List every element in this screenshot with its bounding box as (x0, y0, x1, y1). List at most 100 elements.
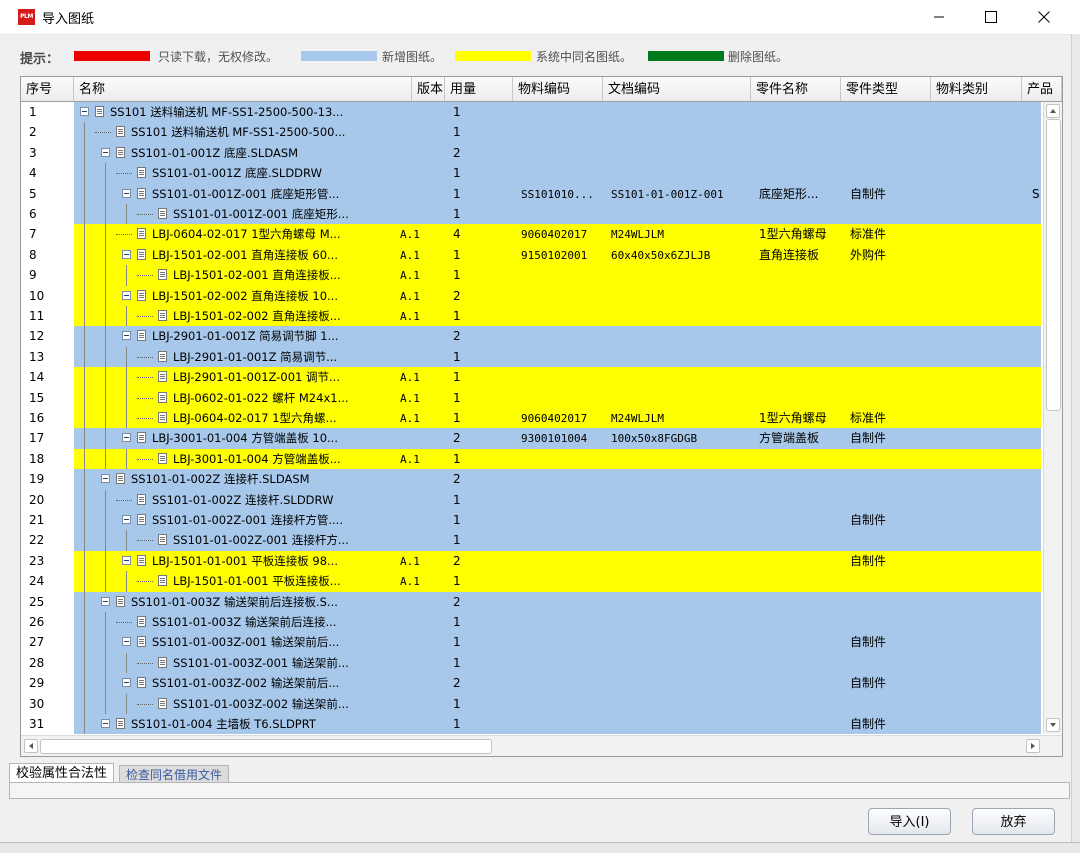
col-header-doc-code[interactable]: 文档编码 (603, 77, 751, 101)
collapse-toggle-icon[interactable] (122, 249, 131, 259)
col-header-part-name[interactable]: 零件名称 (751, 77, 841, 101)
table-row[interactable]: 12 LBJ-2901-01-001Z 简易调节脚 1... 2 (21, 326, 1041, 347)
col-header-part-type[interactable]: 零件类型 (841, 77, 931, 101)
scroll-up-icon[interactable] (1046, 104, 1060, 118)
table-row[interactable]: 24 LBJ-1501-01-001 平板连接板... A.1 1 (21, 571, 1041, 592)
collapse-toggle-icon[interactable] (101, 596, 110, 606)
maximize-button[interactable] (966, 0, 1016, 34)
close-icon (1038, 11, 1050, 23)
collapse-toggle-icon[interactable] (122, 433, 131, 443)
col-header-seq[interactable]: 序号 (21, 77, 74, 101)
table-row[interactable]: 23 LBJ-1501-01-001 平板连接板 98... A.1 2 自制件 (21, 550, 1041, 572)
collapse-toggle-icon[interactable] (101, 719, 110, 728)
col-header-version[interactable]: 版本 (412, 77, 445, 101)
table-row[interactable]: 9 LBJ-1501-02-001 直角连接板... A.1 1 (21, 265, 1041, 286)
table-row[interactable]: 14 LBJ-2901-01-001Z-001 调节... A.1 1 (21, 367, 1041, 388)
collapse-toggle-icon[interactable] (122, 678, 131, 688)
table-row[interactable]: 26 SS101-01-003Z 输送架前后连接... 1 (21, 612, 1041, 633)
table-row[interactable]: 30 SS101-01-003Z-002 输送架前... 1 (21, 693, 1041, 714)
table-row[interactable]: 29 SS101-01-003Z-002 输送架前后... 2 自制件 (21, 673, 1041, 694)
collapse-toggle-icon[interactable] (122, 331, 131, 341)
cell-material-category (939, 592, 1059, 612)
cell-name: SS101-01-002Z 连接杆.SLDDRW (152, 492, 334, 507)
tree-connector (137, 377, 153, 379)
document-icon (158, 452, 167, 464)
close-button[interactable] (1019, 0, 1069, 34)
tab-validate-attributes[interactable]: 校验属性合法性 (9, 763, 115, 783)
table-row[interactable]: 7 LBJ-0604-02-017 1型六角螺母 M... A.1 4 90604020… (21, 224, 1041, 245)
cell-part-type (850, 306, 936, 326)
cell-part-name (759, 490, 845, 510)
import-button[interactable]: 导入(I) (868, 808, 951, 835)
table-row[interactable]: 2 SS101 送料输送机 MF-SS1-2500-500... 1 (21, 122, 1041, 143)
cell-part-name (759, 714, 845, 734)
table-row[interactable]: 18 LBJ-3001-01-004 方管端盖板... A.1 1 (21, 448, 1041, 470)
table-row[interactable]: 13 LBJ-2901-01-001Z 简易调节... 1 (21, 346, 1041, 368)
cell-doc-code: 60x40x50x6ZJLJB (611, 248, 711, 262)
table-row[interactable]: 6 SS101-01-001Z-001 底座矩形... 1 (21, 204, 1041, 225)
cell-part-type: 自制件 (850, 553, 887, 568)
collapse-toggle-icon[interactable] (101, 147, 110, 157)
table-row[interactable]: 19 SS101-01-002Z 连接杆.SLDASM 2 (21, 469, 1041, 490)
cell-quantity: 1 (453, 717, 461, 731)
tab-check-borrowed-files[interactable]: 检查同名借用文件 (119, 765, 230, 783)
table-row[interactable]: 5 SS101-01-001Z-001 底座矩形管... 1 SS101010... S… (21, 183, 1041, 204)
horizontal-scroll-thumb[interactable] (40, 739, 492, 754)
table-row[interactable]: 10 LBJ-1501-02-002 直角连接板 10... A.1 2 (21, 285, 1041, 306)
collapse-toggle-icon[interactable] (122, 637, 131, 647)
collapse-toggle-icon[interactable] (101, 474, 110, 484)
table-row[interactable]: 4 SS101-01-001Z 底座.SLDDRW 1 (21, 163, 1041, 184)
table-row[interactable]: 1 SS101 送料输送机 MF-SS1-2500-500-13... 1 (21, 102, 1041, 123)
table-row[interactable]: 8 LBJ-1501-02-001 直角连接板 60... A.1 1 91501020… (21, 244, 1041, 266)
cell-seq: 15 (29, 390, 45, 405)
tree-connector (137, 356, 153, 359)
table-row[interactable]: 21 SS101-01-002Z-001 连接杆方管.... 1 自制件 (21, 510, 1041, 531)
cell-name: SS101-01-004 主墙板 T6.SLDPRT (131, 717, 316, 731)
table-row[interactable]: 31 SS101-01-004 主墙板 T6.SLDPRT 1 自制件 (21, 714, 1041, 734)
cell-name: SS101-01-003Z 输送架前后连接板.S... (131, 594, 338, 609)
collapse-toggle-icon[interactable] (122, 188, 131, 198)
cell-name: LBJ-1501-02-001 直角连接板... (173, 268, 341, 283)
collapse-toggle-icon[interactable] (122, 555, 131, 565)
cell-version: A.1 (400, 452, 420, 466)
scroll-right-icon[interactable] (1026, 739, 1040, 753)
vertical-scrollbar[interactable] (1043, 102, 1062, 734)
table-row[interactable]: 17 LBJ-3001-01-004 方管端盖板 10... 2 9300101004… (21, 428, 1041, 449)
collapse-toggle-icon[interactable] (122, 515, 131, 524)
table-row[interactable]: 25 SS101-01-003Z 输送架前后连接板.S... 2 (21, 591, 1041, 612)
cell-material-code (521, 551, 607, 571)
col-header-material-category[interactable]: 物料类别 (931, 77, 1022, 101)
collapse-toggle-icon[interactable] (122, 290, 131, 300)
table-row[interactable]: 16 LBJ-0604-02-017 1型六角螺... A.1 1 9060402017… (21, 408, 1041, 429)
col-header-material-code[interactable]: 物料编码 (513, 77, 603, 101)
cell-material-code: 9060402017 (521, 412, 588, 425)
tree-guide-line (105, 224, 107, 245)
table-row[interactable]: 27 SS101-01-003Z-001 输送架前后... 1 自制件 (21, 632, 1041, 653)
tree-guide-line (84, 714, 86, 734)
table-row[interactable]: 22 SS101-01-002Z-001 连接杆方... 1 (21, 530, 1041, 551)
col-header-quantity[interactable]: 用量 (445, 77, 513, 101)
cell-seq: 14 (29, 370, 45, 385)
cell-part-name (759, 347, 845, 367)
col-header-product[interactable]: 产品 (1022, 77, 1062, 101)
scroll-left-icon[interactable] (24, 739, 38, 753)
table-row[interactable]: 20 SS101-01-002Z 连接杆.SLDDRW 1 (21, 489, 1041, 510)
tree-guide-line (105, 428, 107, 449)
collapse-toggle-icon[interactable] (80, 107, 89, 116)
col-header-name[interactable]: 名称 (74, 77, 412, 101)
minimize-button[interactable] (914, 0, 964, 34)
table-row[interactable]: 28 SS101-01-003Z-001 输送架前... 1 (21, 652, 1041, 674)
cell-seq: 2 (29, 125, 37, 140)
cell-doc-code (611, 632, 751, 652)
vertical-scroll-thumb[interactable] (1046, 119, 1061, 411)
table-row[interactable]: 11 LBJ-1501-02-002 直角连接板... A.1 1 (21, 306, 1041, 327)
discard-button[interactable]: 放弃 (972, 808, 1055, 835)
document-icon (137, 167, 146, 179)
cell-quantity: 2 (453, 145, 461, 160)
cell-material-category (939, 224, 1059, 244)
horizontal-scrollbar[interactable] (21, 735, 1062, 756)
table-row[interactable]: 15 LBJ-0602-01-022 螺杆 M24x1... A.1 1 (21, 387, 1041, 408)
cell-version (400, 530, 445, 550)
scroll-down-icon[interactable] (1046, 718, 1060, 732)
table-row[interactable]: 3 SS101-01-001Z 底座.SLDASM 2 (21, 142, 1041, 164)
